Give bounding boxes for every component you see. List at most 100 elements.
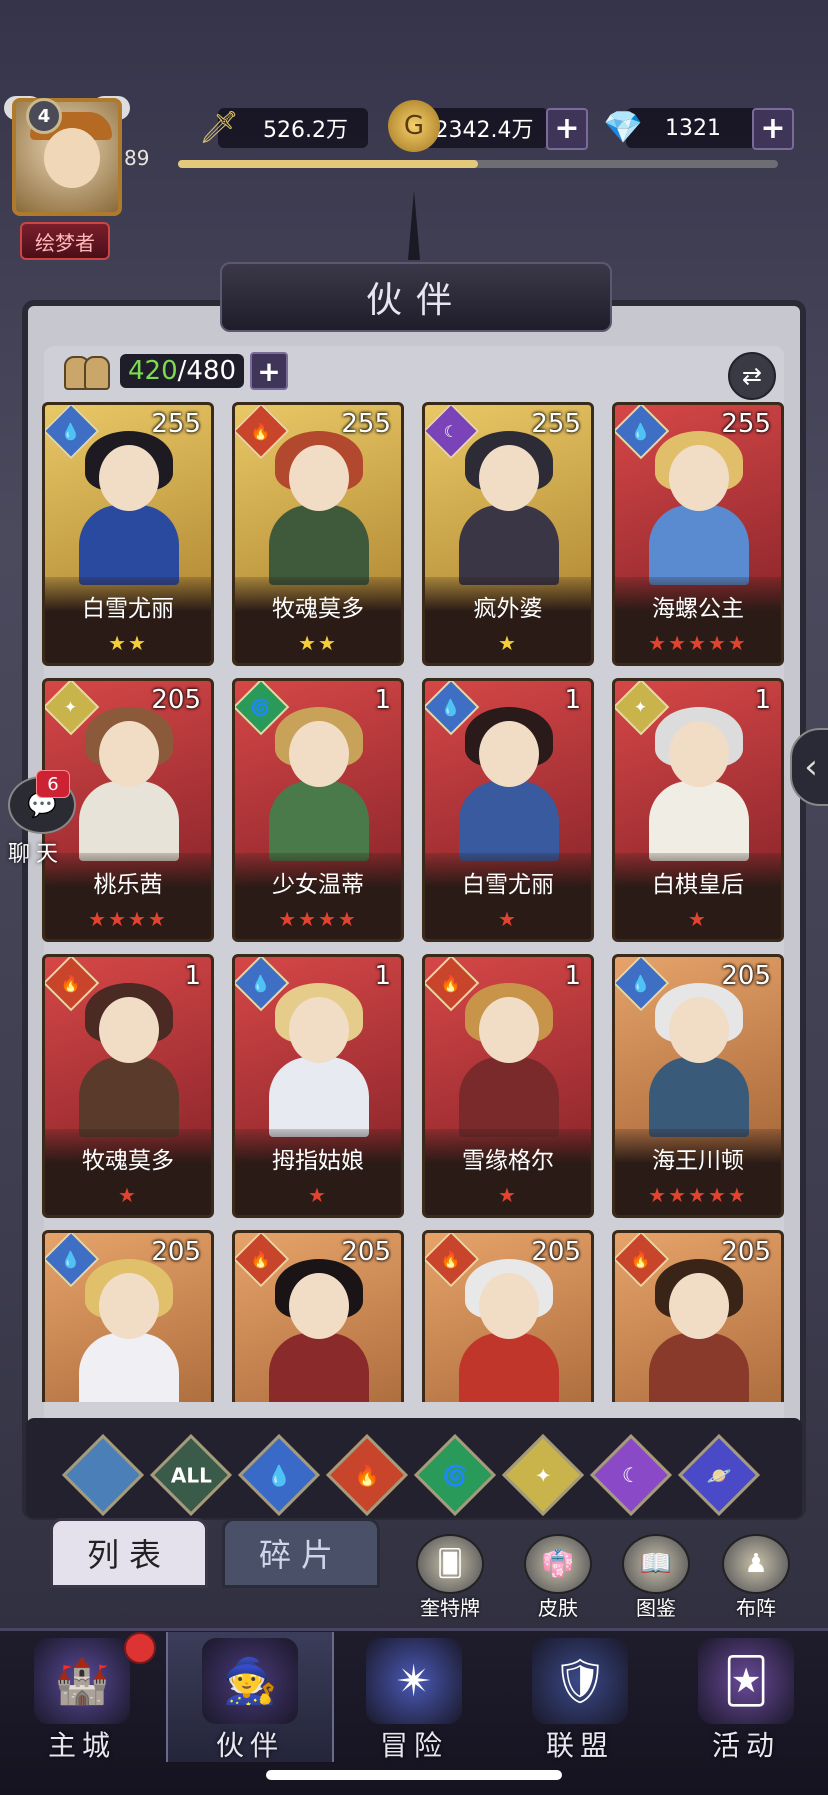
tab-list[interactable]: 列表	[50, 1518, 208, 1588]
partner-name: 牧魂莫多	[272, 596, 364, 622]
partner-stars: ★	[498, 907, 518, 931]
panel-title: 伙伴	[220, 262, 612, 332]
player-title-badge[interactable]: 绘梦者	[20, 222, 110, 260]
diamond-icon: 💎	[603, 108, 643, 146]
partner-level: 205	[721, 961, 771, 991]
partner-card[interactable]: 💧 1 白雪尤丽 ★	[422, 678, 594, 942]
adventure-icon: ✴	[366, 1638, 462, 1724]
partner-card[interactable]: ✦ 1 白棋皇后 ★	[612, 678, 784, 942]
nav-events[interactable]: 🃏 活动	[664, 1632, 828, 1762]
partner-grid[interactable]: 💧 255 白雪尤丽 ★★ 🔥 255 牧魂莫多 ★★ ☾ 255 疯外婆 ★ 💧 255 海螺公主 ★★★★…	[42, 402, 787, 1402]
nav-alliance-label: 联盟	[545, 1729, 614, 1762]
partner-card[interactable]: ☾ 255 疯外婆 ★	[422, 402, 594, 666]
partner-name: 拇指姑娘	[272, 1148, 364, 1174]
player-avatar[interactable]: 4	[12, 98, 122, 216]
partner-stars: ★	[308, 1183, 328, 1207]
partner-stars: ★	[498, 1183, 518, 1207]
partner-count-current: 420	[128, 356, 178, 386]
partner-stars: ★★★★	[278, 907, 358, 931]
side-panel-arrow-icon[interactable]: ‹	[790, 728, 828, 806]
gold-value: 2342.4万	[434, 118, 534, 143]
partner-card[interactable]: 🌀 1 少女温蒂 ★★★★	[232, 678, 404, 942]
partner-card[interactable]: 🔥 1 牧魂莫多 ★	[42, 954, 214, 1218]
power-value: 526.2万	[263, 118, 348, 143]
partner-level: 205	[341, 1237, 391, 1267]
main-city-notification-dot	[124, 1632, 156, 1664]
partner-stars: ★★★★★	[648, 631, 748, 655]
partner-level: 1	[564, 961, 581, 991]
expand-capacity-button[interactable]: +	[250, 352, 289, 390]
formation-label: 布阵	[736, 1596, 776, 1620]
tab-fragments[interactable]: 碎片	[222, 1518, 380, 1588]
skin-label: 皮肤	[538, 1596, 578, 1620]
partner-level: 1	[374, 961, 391, 991]
partner-stars: ★★★★★	[648, 1183, 748, 1207]
chat-badge: 6	[36, 770, 70, 798]
exp-bar-fill	[178, 160, 478, 168]
formation-button[interactable]: ♟ 布阵	[716, 1534, 796, 1620]
filter-fire-label: 🔥	[354, 1463, 380, 1487]
avatar-face	[44, 128, 100, 188]
skin-icon: 👘	[524, 1534, 592, 1594]
player-level-badge: 4	[26, 98, 62, 134]
partner-level: 1	[564, 685, 581, 715]
partner-name: 海王川顿	[652, 1148, 744, 1174]
sword-power-icon: 🗡	[198, 108, 240, 146]
partner-count-max: /480	[177, 356, 237, 386]
nav-main-city-label: 主城	[47, 1729, 116, 1762]
chat-button[interactable]: 💬 6 聊天	[8, 770, 78, 867]
partner-level: 255	[151, 409, 201, 439]
codex-icon: 📖	[622, 1534, 690, 1594]
skin-button[interactable]: 👘 皮肤	[518, 1534, 598, 1620]
filter-moon-label: ☾	[622, 1463, 640, 1487]
partner-card[interactable]: 🔥 205	[612, 1230, 784, 1402]
filter-all-label: ALL	[170, 1463, 212, 1487]
partner-card[interactable]: 💧 1 拇指姑娘 ★	[232, 954, 404, 1218]
partner-card[interactable]: 🔥 1 雪缘格尔 ★	[422, 954, 594, 1218]
partner-count: 420/480 +	[62, 352, 289, 390]
nav-partners[interactable]: 🧙 伙伴	[166, 1632, 334, 1762]
partner-card[interactable]: 💧 205	[42, 1230, 214, 1402]
filter-wind-label: 🌀	[442, 1463, 468, 1487]
partner-name: 海螺公主	[652, 596, 744, 622]
partner-count-value: 420/480	[120, 354, 245, 388]
partner-name: 白雪尤丽	[462, 872, 554, 898]
partner-card[interactable]: 💧 255 海螺公主 ★★★★★	[612, 402, 784, 666]
nav-adventure-label: 冒险	[379, 1729, 448, 1762]
partner-level: 255	[721, 409, 771, 439]
gold-add-button[interactable]: +	[546, 108, 588, 150]
partner-card[interactable]: 🔥 205	[232, 1230, 404, 1402]
partner-level: 1	[374, 685, 391, 715]
partner-name: 疯外婆	[473, 596, 543, 622]
diamond-display: 1321	[626, 108, 760, 148]
filter-water-label: 💧	[266, 1463, 292, 1487]
nav-alliance[interactable]: 🛡 联盟	[498, 1632, 662, 1762]
diamond-add-button[interactable]: +	[752, 108, 794, 150]
partner-stars: ★★	[108, 631, 148, 655]
sort-toggle-button[interactable]: ⇄	[728, 352, 776, 400]
partner-stars: ★	[498, 631, 518, 655]
formation-icon: ♟	[722, 1534, 790, 1594]
partner-stars: ★★★★	[88, 907, 168, 931]
partner-level: 205	[721, 1237, 771, 1267]
partner-card[interactable]: 🔥 205	[422, 1230, 594, 1402]
partner-stars: ★	[118, 1183, 138, 1207]
alliance-icon: 🛡	[532, 1638, 628, 1724]
partner-name: 牧魂莫多	[82, 1148, 174, 1174]
partner-level: 205	[151, 685, 201, 715]
nav-adventure[interactable]: ✴ 冒险	[332, 1632, 496, 1762]
tarot-label: 奎特牌	[420, 1596, 480, 1620]
codex-button[interactable]: 📖 图鉴	[616, 1534, 696, 1620]
partners-icon	[62, 352, 114, 390]
partner-name: 少女温蒂	[272, 872, 364, 898]
nav-events-label: 活动	[711, 1729, 780, 1762]
partner-card[interactable]: 💧 205 海王川顿 ★★★★★	[612, 954, 784, 1218]
partner-card[interactable]: 🔥 255 牧魂莫多 ★★	[232, 402, 404, 666]
partner-level: 255	[531, 409, 581, 439]
partner-stars: ★	[688, 907, 708, 931]
codex-label: 图鉴	[636, 1596, 676, 1620]
tarot-button[interactable]: 🂠 奎特牌	[410, 1534, 490, 1620]
partner-stars: ★★	[298, 631, 338, 655]
partner-card[interactable]: 💧 255 白雪尤丽 ★★	[42, 402, 214, 666]
partner-name: 白棋皇后	[652, 872, 744, 898]
